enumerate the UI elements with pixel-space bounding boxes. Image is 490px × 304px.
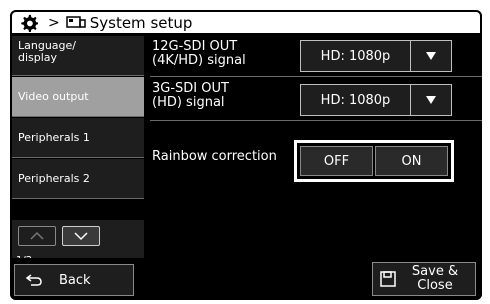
dropdown-value: HD: 1080p bbox=[301, 41, 411, 71]
back-button[interactable]: Back bbox=[14, 264, 134, 296]
breadcrumb-separator: > bbox=[48, 14, 60, 31]
row-label-rainbow-correction: Rainbow correction bbox=[152, 149, 277, 164]
row-label-12g-sdi: 12G-SDI OUT (4K/HD) signal bbox=[152, 40, 246, 68]
bottom-bar: Back Save & Close bbox=[10, 258, 482, 300]
page-up-button[interactable] bbox=[18, 226, 56, 246]
3g-sdi-signal-dropdown[interactable]: HD: 1080p bbox=[300, 84, 452, 116]
sidebar-item-label: Peripherals 2 bbox=[18, 171, 90, 185]
row-label-line: (4K/HD) signal bbox=[152, 53, 246, 68]
row-divider bbox=[150, 120, 482, 121]
chevron-down-icon bbox=[74, 232, 88, 241]
title-bar: > System setup bbox=[10, 10, 482, 36]
rainbow-correction-toggle: OFF ON bbox=[294, 140, 454, 182]
row-divider bbox=[150, 76, 482, 77]
row-label-3g-sdi: 3G-SDI OUT (HD) signal bbox=[152, 82, 229, 110]
triangle-down-icon bbox=[426, 52, 436, 60]
page-down-button[interactable] bbox=[62, 226, 100, 246]
screen-frame: > System setup Language/ display Video o… bbox=[10, 10, 482, 300]
save-close-button[interactable]: Save & Close bbox=[372, 262, 476, 296]
sidebar-item-peripherals-2[interactable]: Peripherals 2 bbox=[12, 159, 144, 199]
sidebar-item-label: Language/ display bbox=[18, 39, 76, 64]
system-icon bbox=[65, 15, 86, 28]
dropdown-arrow[interactable] bbox=[411, 85, 451, 115]
row-label-line: 3G-SDI OUT bbox=[152, 81, 229, 96]
save-close-label-line: Save & bbox=[411, 264, 459, 279]
sidebar-item-label: Video output bbox=[18, 89, 89, 103]
dropdown-arrow[interactable] bbox=[411, 41, 451, 71]
sidebar: Language/ display Video output Periphera… bbox=[10, 36, 148, 268]
page-title: System setup bbox=[89, 13, 193, 32]
row-label-line: 12G-SDI OUT bbox=[152, 39, 238, 54]
save-close-label-line: Close bbox=[417, 278, 453, 293]
chevron-up-icon bbox=[30, 231, 44, 240]
back-arrow-icon bbox=[25, 274, 42, 286]
rainbow-on-button[interactable]: ON bbox=[375, 146, 448, 176]
back-button-label: Back bbox=[59, 272, 91, 288]
row-label-line: (HD) signal bbox=[152, 95, 225, 110]
gear-icon bbox=[21, 14, 38, 32]
save-icon bbox=[380, 271, 396, 287]
sidebar-item-video-output[interactable]: Video output bbox=[12, 77, 144, 117]
save-close-label: Save & Close bbox=[407, 265, 463, 293]
triangle-down-icon bbox=[426, 96, 436, 104]
dropdown-value: HD: 1080p bbox=[301, 85, 411, 115]
sidebar-item-language-display[interactable]: Language/ display bbox=[12, 36, 144, 76]
sidebar-item-peripherals-1[interactable]: Peripherals 1 bbox=[12, 118, 144, 158]
rainbow-off-button[interactable]: OFF bbox=[300, 146, 373, 176]
sidebar-item-label: Peripherals 1 bbox=[18, 130, 90, 144]
12g-sdi-signal-dropdown[interactable]: HD: 1080p bbox=[300, 40, 452, 72]
